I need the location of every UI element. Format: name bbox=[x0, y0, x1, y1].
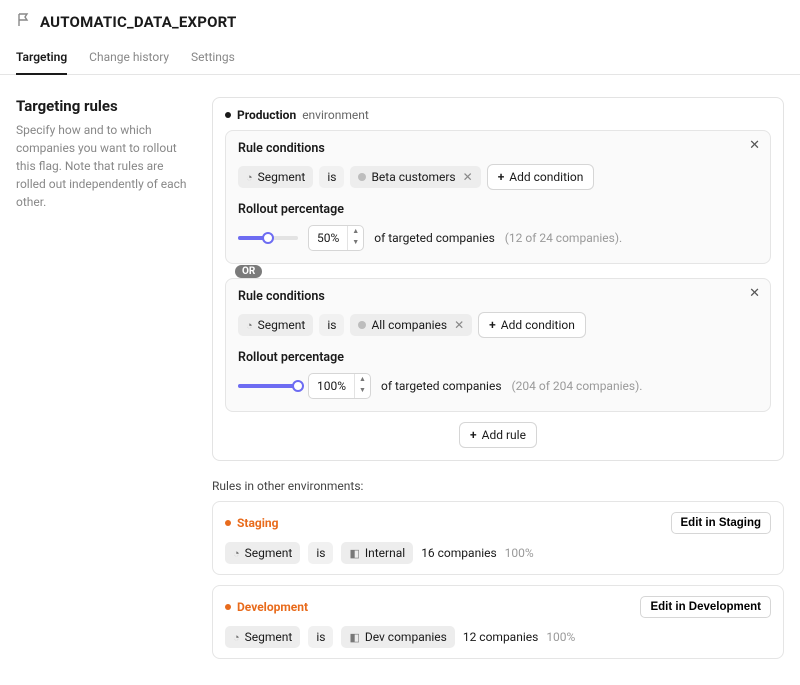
segment-icon: ◧ bbox=[349, 547, 359, 560]
value-chip[interactable]: All companies ✕ bbox=[350, 314, 472, 336]
env-dot-icon bbox=[225, 520, 231, 526]
remove-value-button[interactable]: ✕ bbox=[463, 170, 473, 184]
tab-targeting[interactable]: Targeting bbox=[16, 42, 67, 74]
rollout-label: Rollout percentage bbox=[238, 202, 758, 217]
condition-row: ◔ Segment is Beta customers ✕ + Add cond… bbox=[238, 164, 758, 190]
chip-segment-label: Segment bbox=[258, 170, 306, 184]
company-count: 12 companies bbox=[463, 630, 538, 644]
plus-icon: + bbox=[470, 428, 477, 442]
env-name: Production bbox=[237, 108, 296, 122]
remove-value-button[interactable]: ✕ bbox=[454, 318, 464, 332]
env-suffix: environment bbox=[302, 108, 369, 122]
other-env-name: Development bbox=[237, 600, 308, 614]
chip-value-label: All companies bbox=[371, 318, 447, 332]
condition-row: ◔ Segment is All companies ✕ + Add condi… bbox=[238, 312, 758, 338]
rule-card: ✕ Rule conditions ◔ Segment is All compa… bbox=[225, 278, 771, 412]
segment-dot-icon bbox=[358, 321, 366, 329]
value-chip: ◧ Internal bbox=[341, 542, 413, 564]
segment-chip[interactable]: ◔ Segment bbox=[238, 314, 313, 336]
percent-stepper[interactable]: ▲ ▼ bbox=[347, 226, 363, 250]
tab-settings[interactable]: Settings bbox=[191, 42, 235, 74]
percent-value: 50% bbox=[309, 231, 347, 245]
clock-icon: ◔ bbox=[246, 319, 253, 332]
rollout-row: 100% ▲ ▼ of targeted companies (204 of 2… bbox=[238, 373, 758, 399]
or-divider: OR bbox=[225, 264, 771, 278]
sidebar-heading: Targeting rules bbox=[16, 97, 196, 115]
add-condition-label: Add condition bbox=[509, 170, 583, 184]
add-rule-label: Add rule bbox=[482, 428, 526, 442]
rollout-slider[interactable] bbox=[238, 379, 298, 393]
rollout-pct: 100% bbox=[505, 546, 534, 560]
sidebar: Targeting rules Specify how and to which… bbox=[16, 97, 196, 669]
percent-input[interactable]: 100% ▲ ▼ bbox=[308, 373, 371, 399]
add-condition-button[interactable]: + Add condition bbox=[487, 164, 595, 190]
chip-is-label: is bbox=[327, 318, 336, 332]
add-condition-label: Add condition bbox=[501, 318, 575, 332]
tab-bar: Targeting Change history Settings bbox=[0, 42, 800, 75]
other-env-name: Staging bbox=[237, 516, 278, 530]
remove-rule-button[interactable]: ✕ bbox=[749, 139, 760, 152]
of-targeted-text: of targeted companies bbox=[381, 379, 502, 393]
edit-in-development-button[interactable]: Edit in Development bbox=[640, 596, 771, 618]
step-down-icon[interactable]: ▼ bbox=[348, 237, 363, 248]
chip-segment-label: Segment bbox=[258, 318, 306, 332]
value-chip[interactable]: Beta customers ✕ bbox=[350, 166, 480, 188]
production-env-card: Production environment ✕ Rule conditions… bbox=[212, 97, 784, 461]
rollout-label: Rollout percentage bbox=[238, 350, 758, 365]
or-badge: OR bbox=[235, 265, 262, 278]
rule-conditions-label: Rule conditions bbox=[238, 141, 758, 156]
percent-input[interactable]: 50% ▲ ▼ bbox=[308, 225, 364, 251]
plus-icon: + bbox=[498, 170, 505, 184]
flag-icon bbox=[16, 12, 32, 32]
operator-chip[interactable]: is bbox=[319, 166, 344, 188]
add-rule-button[interactable]: + Add rule bbox=[459, 422, 537, 448]
rule-conditions-label: Rule conditions bbox=[238, 289, 758, 304]
segment-chip: ◔ Segment bbox=[225, 626, 300, 648]
company-count-text: (12 of 24 companies). bbox=[505, 231, 622, 245]
clock-icon: ◔ bbox=[233, 547, 240, 560]
other-env-rule-row: ◔ Segment is ◧ Dev companies 12 companie… bbox=[225, 626, 771, 648]
segment-chip: ◔ Segment bbox=[225, 542, 300, 564]
env-header: Production environment bbox=[225, 108, 771, 122]
value-chip: ◧ Dev companies bbox=[341, 626, 454, 648]
other-env-card: Development Edit in Development ◔ Segmen… bbox=[212, 585, 784, 659]
operator-chip: is bbox=[308, 542, 333, 564]
step-up-icon[interactable]: ▲ bbox=[348, 226, 363, 237]
other-env-card: Staging Edit in Staging ◔ Segment is ◧ I… bbox=[212, 501, 784, 575]
add-condition-button[interactable]: + Add condition bbox=[478, 312, 586, 338]
flag-title: AUTOMATIC_DATA_EXPORT bbox=[40, 13, 237, 31]
company-count: 16 companies bbox=[421, 546, 496, 560]
plus-icon: + bbox=[489, 318, 496, 332]
operator-chip: is bbox=[308, 626, 333, 648]
operator-chip[interactable]: is bbox=[319, 314, 344, 336]
step-down-icon[interactable]: ▼ bbox=[355, 385, 370, 396]
percent-stepper[interactable]: ▲ ▼ bbox=[354, 374, 370, 398]
clock-icon: ◔ bbox=[233, 631, 240, 644]
segment-chip[interactable]: ◔ Segment bbox=[238, 166, 313, 188]
rollout-slider[interactable] bbox=[238, 231, 298, 245]
clock-icon: ◔ bbox=[246, 171, 253, 184]
chip-is-label: is bbox=[327, 170, 336, 184]
other-env-rule-row: ◔ Segment is ◧ Internal 16 companies 100… bbox=[225, 542, 771, 564]
percent-value: 100% bbox=[309, 379, 354, 393]
env-dot-icon bbox=[225, 112, 231, 118]
chip-value-label: Beta customers bbox=[371, 170, 455, 184]
step-up-icon[interactable]: ▲ bbox=[355, 374, 370, 385]
company-count-text: (204 of 204 companies). bbox=[512, 379, 643, 393]
tab-change-history[interactable]: Change history bbox=[89, 42, 169, 74]
env-dot-icon bbox=[225, 604, 231, 610]
segment-icon: ◧ bbox=[349, 631, 359, 644]
rule-card: ✕ Rule conditions ◔ Segment is Beta cust… bbox=[225, 130, 771, 264]
of-targeted-text: of targeted companies bbox=[374, 231, 495, 245]
rollout-row: 50% ▲ ▼ of targeted companies (12 of 24 … bbox=[238, 225, 758, 251]
sidebar-desc: Specify how and to which companies you w… bbox=[16, 121, 196, 211]
remove-rule-button[interactable]: ✕ bbox=[749, 287, 760, 300]
main-content: Production environment ✕ Rule conditions… bbox=[212, 97, 784, 669]
page-header: AUTOMATIC_DATA_EXPORT bbox=[0, 0, 800, 42]
edit-in-staging-button[interactable]: Edit in Staging bbox=[671, 512, 772, 534]
segment-dot-icon bbox=[358, 173, 366, 181]
other-envs-label: Rules in other environments: bbox=[212, 479, 784, 493]
rollout-pct: 100% bbox=[546, 630, 575, 644]
